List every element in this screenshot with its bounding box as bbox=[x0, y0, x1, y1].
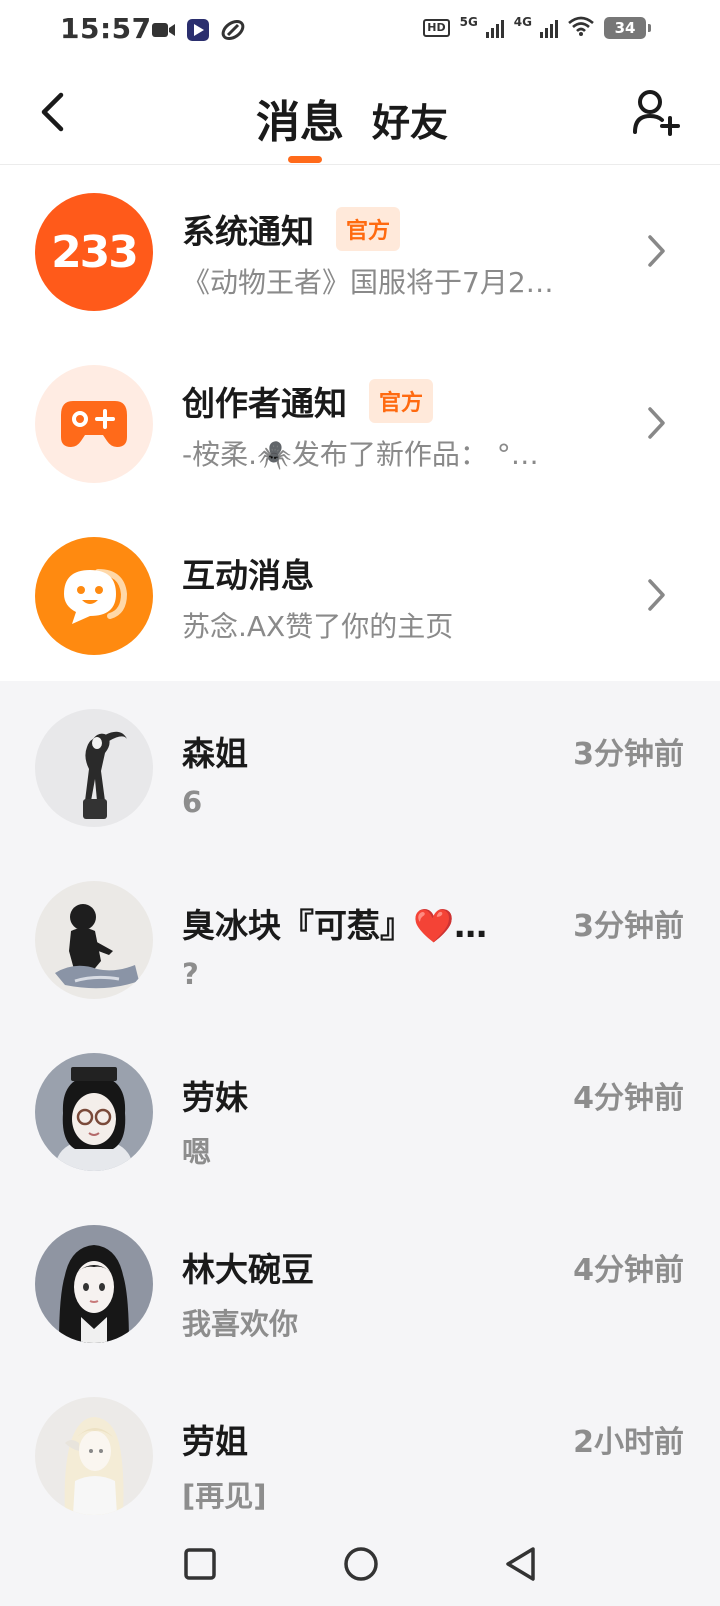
network-type-2: 4G bbox=[513, 15, 532, 29]
hd-voice-icon: HD bbox=[423, 19, 450, 37]
chat-time: 3分钟前 bbox=[573, 737, 684, 772]
status-bar: 15:57 HD 5G 4G 34 bbox=[0, 0, 720, 62]
chat-time: 4分钟前 bbox=[573, 1081, 684, 1116]
chat-name: 劳姐 bbox=[182, 1422, 248, 1461]
tab-messages[interactable]: 消息 bbox=[256, 86, 344, 150]
chat-row[interactable]: 劳妹 4分钟前 嗯 bbox=[0, 1025, 720, 1197]
logo-233-text: 233 bbox=[51, 226, 139, 278]
tab-friends[interactable]: 好友 bbox=[372, 92, 448, 147]
avatar bbox=[35, 1053, 153, 1171]
add-friend-button[interactable] bbox=[630, 86, 682, 138]
avatar bbox=[35, 1225, 153, 1343]
chat-row[interactable]: 森姐 3分钟前 6 bbox=[0, 681, 720, 853]
chat-row[interactable]: 臭冰块『可惹』❤️… 3分钟前 ? bbox=[0, 853, 720, 1025]
back-nav-button[interactable] bbox=[496, 1539, 546, 1589]
header: 消息 好友 bbox=[0, 62, 720, 165]
chat-row[interactable]: 劳姐 2小时前 [再见] bbox=[0, 1369, 720, 1541]
tab-indicator bbox=[288, 156, 322, 163]
notification-section: 233 系统通知 官方 《动物王者》国服将于7月2… 创作者通知 官方 -桉柔.… bbox=[0, 165, 720, 681]
signal-1-icon bbox=[485, 18, 504, 38]
chat-row[interactable]: 林大碗豆 4分钟前 我喜欢你 bbox=[0, 1197, 720, 1369]
notification-system[interactable]: 233 系统通知 官方 《动物王者》国服将于7月2… bbox=[0, 165, 720, 337]
chat-name: 森姐 bbox=[182, 734, 248, 773]
chat-time: 4分钟前 bbox=[573, 1253, 684, 1288]
notification-subtitle: 《动物王者》国服将于7月2… bbox=[182, 266, 554, 299]
triangle-back-icon bbox=[506, 1547, 535, 1581]
status-time: 15:57 bbox=[60, 12, 152, 45]
chat-preview: 嗯 bbox=[182, 1135, 212, 1169]
avatar bbox=[35, 881, 153, 999]
official-badge: 官方 bbox=[369, 379, 434, 423]
chat-time: 3分钟前 bbox=[573, 909, 684, 944]
wifi-icon bbox=[568, 16, 594, 40]
avatar bbox=[35, 1397, 153, 1515]
notification-title: 创作者通知 bbox=[182, 384, 347, 423]
status-system-icons: HD 5G 4G 34 bbox=[423, 15, 651, 40]
recent-apps-button[interactable] bbox=[175, 1539, 225, 1589]
chat-preview: 我喜欢你 bbox=[182, 1307, 299, 1341]
square-icon bbox=[184, 1548, 216, 1580]
chat-bubble-icon bbox=[35, 537, 153, 655]
chat-time: 2小时前 bbox=[573, 1425, 684, 1460]
video-camera-icon bbox=[152, 21, 176, 43]
notification-subtitle: 苏念.AX赞了你的主页 bbox=[182, 610, 454, 643]
notification-subtitle: -桉柔.🕷️发布了新作品： °… bbox=[182, 438, 539, 471]
signal-2-icon bbox=[540, 18, 558, 38]
back-button[interactable] bbox=[30, 88, 74, 136]
notification-title: 互动消息 bbox=[182, 556, 314, 595]
chat-preview: 6 bbox=[182, 785, 203, 819]
notification-creator[interactable]: 创作者通知 官方 -桉柔.🕷️发布了新作品： °… bbox=[0, 337, 720, 509]
network-type-1: 5G bbox=[459, 15, 478, 29]
notification-interaction[interactable]: 互动消息 苏念.AX赞了你的主页 bbox=[0, 509, 720, 681]
chat-name: 臭冰块『可惹』❤️… bbox=[182, 906, 488, 945]
capsule-app-icon bbox=[220, 18, 246, 46]
chat-name: 林大碗豆 bbox=[182, 1250, 314, 1289]
notification-title: 系统通知 bbox=[182, 212, 314, 251]
chevron-right-icon bbox=[648, 235, 665, 267]
chat-preview: ? bbox=[182, 957, 199, 991]
official-badge: 官方 bbox=[336, 207, 401, 251]
add-user-icon bbox=[633, 90, 680, 136]
app-notification-icon bbox=[186, 18, 210, 46]
chevron-right-icon bbox=[648, 579, 665, 611]
home-button[interactable] bbox=[336, 1539, 386, 1589]
system-nav-bar bbox=[0, 1521, 720, 1606]
chevron-left-icon bbox=[41, 92, 64, 132]
battery-icon: 34 bbox=[604, 17, 651, 39]
logo-233-icon: 233 bbox=[35, 193, 153, 311]
chat-list: 森姐 3分钟前 6 臭冰块『可惹』❤️… 3分钟前 ? 劳妹 4分钟前 嗯 林大… bbox=[0, 681, 720, 1521]
avatar bbox=[35, 709, 153, 827]
chat-preview: [再见] bbox=[182, 1479, 267, 1513]
status-notification-icons bbox=[152, 18, 246, 46]
chat-name: 劳妹 bbox=[182, 1078, 248, 1117]
circle-icon bbox=[344, 1547, 378, 1581]
chevron-right-icon bbox=[648, 407, 665, 439]
gamepad-icon bbox=[35, 365, 153, 483]
